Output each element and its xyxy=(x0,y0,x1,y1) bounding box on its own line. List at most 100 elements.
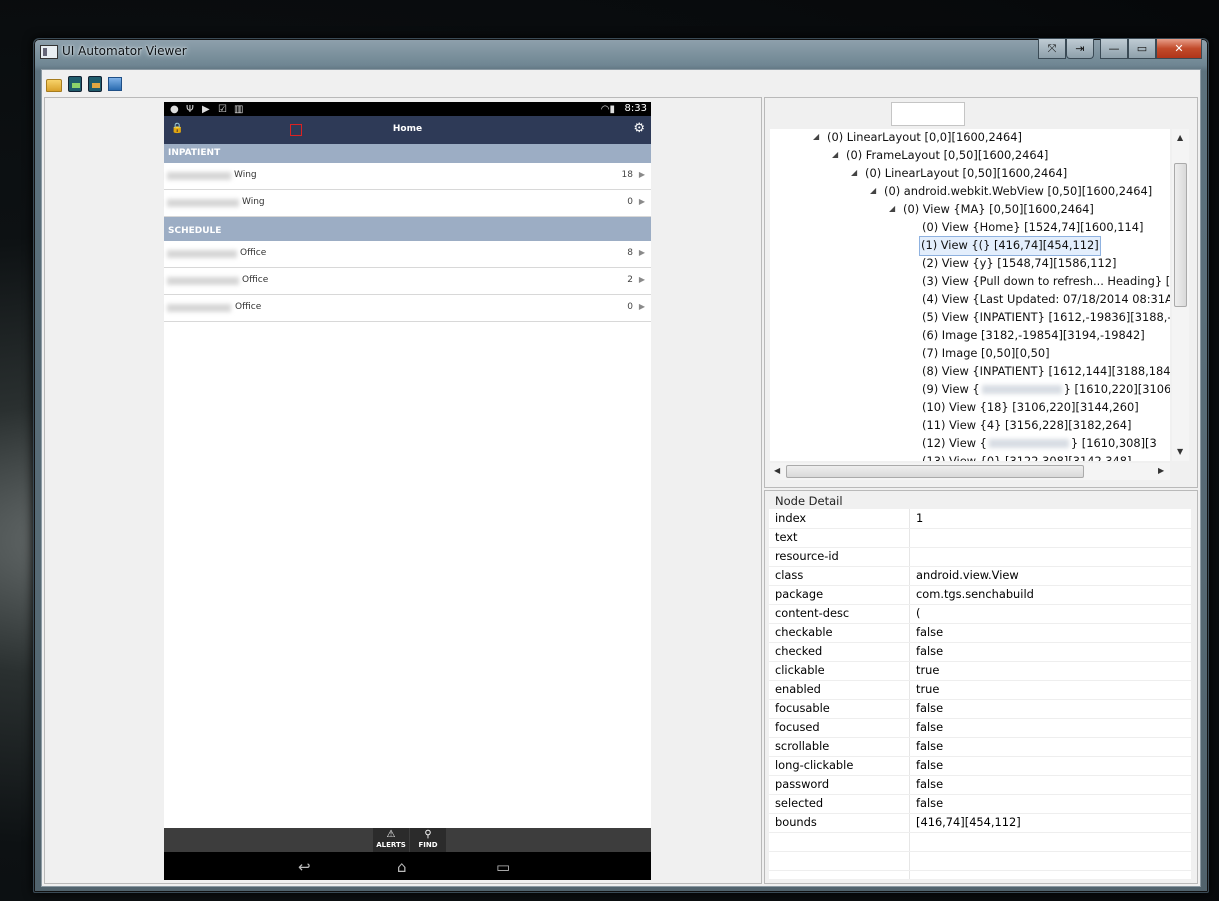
expand-triangle-icon[interactable]: ◢ xyxy=(870,182,876,200)
open-folder-icon[interactable] xyxy=(46,79,62,92)
list-item[interactable]: Wing 0 ▶ xyxy=(164,190,651,217)
expand-triangle-icon[interactable]: ◢ xyxy=(832,146,838,164)
tree-node[interactable]: ◢ (0) View {MA} [0,50][1600,2464] xyxy=(889,200,1094,218)
property-value: false xyxy=(916,625,944,639)
scroll-left-icon[interactable]: ◀ xyxy=(774,466,780,475)
node-detail-table: index 1 text resource-id class android.view.V… xyxy=(769,509,1191,879)
usb-icon: Ψ xyxy=(186,104,194,115)
tree-node-selected[interactable]: (1) View {(} [416,74][454,112] xyxy=(919,236,1101,256)
tree-node[interactable]: (10) View {18} [3106,220][3144,260] xyxy=(922,398,1139,416)
property-row[interactable]: class android.view.View xyxy=(769,566,1191,586)
expand-triangle-icon[interactable]: ◢ xyxy=(889,200,895,218)
maximize-button[interactable]: ▭ xyxy=(1128,39,1156,59)
tree-node[interactable]: (6) Image [3182,-19854][3194,-19842] xyxy=(922,326,1145,344)
property-row[interactable]: focused false xyxy=(769,718,1191,738)
tree-node[interactable]: (2) View {y} [1548,74][1586,112] xyxy=(922,254,1117,272)
list-item[interactable]: Office 8 ▶ xyxy=(164,241,651,268)
device-screen[interactable]: ● Ψ ▶ ☑ ▥ ◠▮ 8:33 🔒 Home ⚙ INPATIENT Win… xyxy=(164,102,651,880)
caption-buttons: ⤧ ⇥ — ▭ ✕ xyxy=(1038,39,1202,59)
recents-icon[interactable]: ▭ xyxy=(496,858,510,876)
property-row[interactable]: focusable false xyxy=(769,699,1191,719)
scroll-thumb[interactable] xyxy=(1174,163,1187,307)
property-row[interactable] xyxy=(769,851,1191,871)
status-time: 8:33 xyxy=(624,103,647,114)
property-row[interactable]: clickable true xyxy=(769,661,1191,681)
property-row[interactable]: package com.tgs.senchabuild xyxy=(769,585,1191,605)
property-row[interactable]: scrollable false xyxy=(769,737,1191,757)
search-icon: ⚲ xyxy=(424,829,432,840)
tree-node[interactable]: (7) Image [0,50][0,50] xyxy=(922,344,1050,362)
tree-node[interactable]: ◢ (0) android.webkit.WebView [0,50][1600,… xyxy=(870,182,1152,200)
home-icon[interactable]: ⌂ xyxy=(397,858,407,876)
scroll-thumb[interactable] xyxy=(786,465,1084,478)
tree-node[interactable]: (9) View {} [1610,220][3106 xyxy=(922,380,1170,398)
wifi-icon: ◠▮ xyxy=(600,104,615,115)
dock-icon[interactable]: ⇥ xyxy=(1066,39,1094,59)
property-row[interactable]: content-desc ( xyxy=(769,604,1191,624)
save-icon[interactable] xyxy=(108,77,122,91)
property-row[interactable]: selected false xyxy=(769,794,1191,814)
chevron-right-icon: ▶ xyxy=(638,248,645,257)
property-row[interactable]: index 1 xyxy=(769,509,1191,529)
toolbar xyxy=(46,74,122,94)
property-row[interactable]: bounds [416,74][454,112] xyxy=(769,813,1191,833)
minimize-button[interactable]: — xyxy=(1100,39,1128,59)
expand-triangle-icon[interactable]: ◢ xyxy=(813,129,819,146)
gear-icon[interactable]: ⚙ xyxy=(633,121,645,136)
property-row[interactable] xyxy=(769,832,1191,852)
hierarchy-tree[interactable]: ◢ (0) LinearLayout [0,0][1600,2464] ◢ (0) F… xyxy=(770,129,1170,461)
title-bar[interactable]: UI Automator Viewer ⤧ ⇥ — ▭ ✕ xyxy=(34,39,1208,67)
back-icon[interactable]: ↩ xyxy=(298,858,311,876)
device-screenshot-compressed-icon[interactable] xyxy=(88,76,102,92)
tree-node[interactable]: (13) View {0} [3122,308][3142,348] xyxy=(922,452,1132,461)
property-key: package xyxy=(775,587,824,601)
property-row[interactable]: resource-id xyxy=(769,547,1191,567)
expand-triangle-icon[interactable]: ◢ xyxy=(851,164,857,182)
tree-node[interactable]: (4) View {Last Updated: 07/18/2014 08:31… xyxy=(922,290,1170,308)
scroll-up-icon[interactable]: ▲ xyxy=(1177,133,1183,142)
property-value: true xyxy=(916,663,940,677)
tree-node[interactable]: ◢ (0) FrameLayout [0,50][1600,2464] xyxy=(832,146,1048,164)
tree-node[interactable]: (5) View {INPATIENT} [1612,-19836][3188,… xyxy=(922,308,1170,326)
close-button[interactable]: ✕ xyxy=(1156,39,1202,59)
android-nav-bar: ↩ ⌂ ▭ xyxy=(164,852,651,880)
tree-node[interactable]: (3) View {Pull down to refresh... Headin… xyxy=(922,272,1170,290)
alerts-button[interactable]: ⚠ ALERTS xyxy=(373,828,409,852)
tree-node[interactable]: ◢ (0) LinearLayout [0,0][1600,2464] xyxy=(813,129,1022,146)
property-row[interactable]: long-clickable false xyxy=(769,756,1191,776)
tree-node[interactable]: (11) View {4} [3156,228][3182,264] xyxy=(922,416,1132,434)
property-value: false xyxy=(916,720,944,734)
property-value: ( xyxy=(916,606,921,620)
list-item[interactable]: Office 2 ▶ xyxy=(164,268,651,295)
property-row[interactable]: password false xyxy=(769,775,1191,795)
chevron-right-icon: ▶ xyxy=(638,275,645,284)
list-item[interactable]: Wing 18 ▶ xyxy=(164,163,651,190)
property-key: long-clickable xyxy=(775,758,854,772)
property-row[interactable]: enabled true xyxy=(769,680,1191,700)
find-button[interactable]: ⚲ FIND xyxy=(410,828,446,852)
property-key: index xyxy=(775,511,807,525)
node-detail-pane: Node Detail index 1 text resource-id class an… xyxy=(764,490,1198,884)
tree-node[interactable]: ◢ (0) LinearLayout [0,50][1600,2464] xyxy=(851,164,1067,182)
property-key: scrollable xyxy=(775,739,830,753)
tree-node[interactable]: (8) View {INPATIENT} [1612,144][3188,184… xyxy=(922,362,1170,380)
property-row[interactable]: checkable false xyxy=(769,623,1191,643)
scroll-down-icon[interactable]: ▼ xyxy=(1177,447,1183,456)
property-key: focusable xyxy=(775,701,830,715)
horizontal-scrollbar[interactable]: ◀ ▶ xyxy=(770,463,1170,480)
property-row[interactable]: checked false xyxy=(769,642,1191,662)
property-key: checked xyxy=(775,644,823,658)
move-icon[interactable]: ⤧ xyxy=(1038,39,1066,59)
device-screenshot-icon[interactable] xyxy=(68,76,82,92)
list-item[interactable]: Office 0 ▶ xyxy=(164,295,651,322)
scroll-right-icon[interactable]: ▶ xyxy=(1158,466,1164,475)
tree-node[interactable]: (0) View {Home} [1524,74][1600,114] xyxy=(922,218,1143,236)
app-icon xyxy=(40,45,58,59)
property-key: focused xyxy=(775,720,820,734)
search-input[interactable] xyxy=(891,102,965,126)
tree-node[interactable]: (12) View {} [1610,308][3 xyxy=(922,434,1157,452)
property-key: enabled xyxy=(775,682,821,696)
vertical-scrollbar[interactable]: ▲ ▼ xyxy=(1172,129,1189,461)
property-row[interactable]: text xyxy=(769,528,1191,548)
client-area: ● Ψ ▶ ☑ ▥ ◠▮ 8:33 🔒 Home ⚙ INPATIENT Win… xyxy=(41,69,1201,887)
